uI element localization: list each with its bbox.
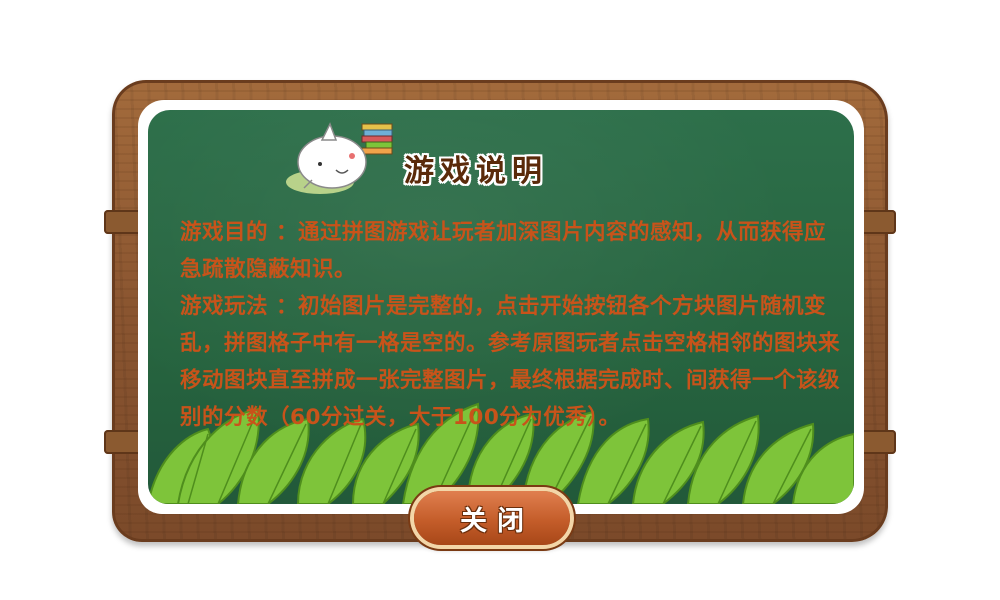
close-button-label: 关闭 bbox=[460, 505, 534, 537]
cat-with-books-icon bbox=[286, 122, 393, 194]
instructions-text: 游戏目的 ：通过拼图游戏让玩者加深图片内容的感知，从而获得应急疏散隐蔽知识。 游… bbox=[180, 214, 840, 436]
play-paragraph: 游戏玩法 ：初始图片是完整的，点击开始按钮各个方块图片随机变乱，拼图格子中有一格… bbox=[180, 288, 840, 436]
dialog-title: 游戏说明 bbox=[404, 154, 548, 189]
close-button[interactable]: 关闭 bbox=[414, 491, 570, 545]
play-label: 游戏玩法 ： bbox=[180, 294, 298, 319]
goal-paragraph: 游戏目的 ：通过拼图游戏让玩者加深图片内容的感知，从而获得应急疏散隐蔽知识。 bbox=[180, 214, 840, 288]
goal-label: 游戏目的 ： bbox=[180, 220, 298, 245]
